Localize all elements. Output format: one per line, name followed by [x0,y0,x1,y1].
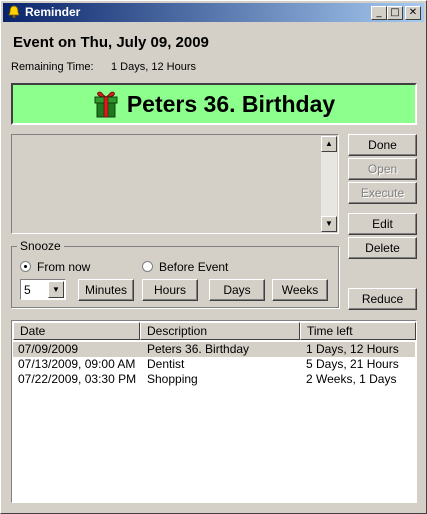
bell-icon [8,5,20,18]
list-item[interactable]: 07/13/2009, 09:00 AM Dentist 5 Days, 21 … [13,357,415,372]
list-item-description: Shopping [147,372,198,386]
execute-button[interactable]: Execute [348,182,417,204]
snooze-label: Snooze [17,239,64,253]
list-item-date: 07/13/2009, 09:00 AM [18,357,136,371]
gift-icon [94,91,118,118]
reminder-window: Reminder _ □ ✕ Event on Thu, July 09, 20… [0,0,427,514]
close-icon: ✕ [408,7,418,18]
list-item[interactable]: 07/22/2009, 03:30 PM Shopping 2 Weeks, 1… [13,372,415,387]
notes-scrollbar[interactable]: ▲ ▼ [321,136,337,232]
list-item-description: Dentist [147,357,185,371]
delete-button[interactable]: Delete [348,237,417,259]
remaining-time-label: Remaining Time: [11,61,94,73]
list-item-time-left: 1 Days, 12 Hours [306,342,399,356]
snooze-days-button[interactable]: Days [209,279,265,301]
reminder-list[interactable]: Date Description Time left 07/09/2009 Pe… [11,320,417,503]
column-header-date[interactable]: Date [13,322,140,340]
scroll-up-button[interactable]: ▲ [321,136,337,152]
list-item-description: Peters 36. Birthday [147,342,250,356]
remaining-time-value: 1 Days, 12 Hours [111,61,196,73]
scroll-down-button[interactable]: ▼ [321,216,337,232]
dropdown-button[interactable]: ▼ [48,281,64,298]
edit-button[interactable]: Edit [348,213,417,235]
before-event-radio[interactable] [142,261,153,272]
minimize-button[interactable]: _ [371,6,387,20]
list-item-date: 07/09/2009 [18,342,79,356]
snooze-minutes-button[interactable]: Minutes [78,279,134,301]
list-item[interactable]: 07/09/2009 Peters 36. Birthday 1 Days, 1… [13,342,415,357]
chevron-down-icon: ▼ [52,285,60,294]
event-name: Peters 36. Birthday [126,90,336,117]
column-header-time-left[interactable]: Time left [300,322,416,340]
open-button[interactable]: Open [348,158,417,180]
title-bar: Reminder _ □ ✕ [3,3,424,22]
from-now-radio[interactable] [20,261,31,272]
snooze-amount-value: 5 [24,283,31,297]
scroll-down-icon: ▼ [325,219,333,228]
from-now-label[interactable]: From now [37,260,90,274]
before-event-label[interactable]: Before Event [159,260,228,274]
list-item-time-left: 2 Weeks, 1 Days [306,372,397,386]
list-item-date: 07/22/2009, 03:30 PM [18,372,137,386]
snooze-weeks-button[interactable]: Weeks [272,279,328,301]
event-notes-area[interactable]: ▲ ▼ [11,134,339,234]
event-title: Event on Thu, July 09, 2009 [13,34,209,51]
scroll-up-icon: ▲ [325,139,333,148]
list-item-time-left: 5 Days, 21 Hours [306,357,399,371]
maximize-button[interactable]: □ [387,6,403,20]
column-header-description[interactable]: Description [140,322,300,340]
window-title: Reminder [25,5,81,19]
snooze-amount-select[interactable]: 5 ▼ [20,279,66,300]
reduce-button[interactable]: Reduce [348,288,417,310]
maximize-icon: □ [390,7,400,18]
done-button[interactable]: Done [348,134,417,156]
snooze-hours-button[interactable]: Hours [142,279,198,301]
close-button[interactable]: ✕ [405,6,421,20]
minimize-icon: _ [376,7,382,18]
event-banner: Peters 36. Birthday [11,83,417,125]
